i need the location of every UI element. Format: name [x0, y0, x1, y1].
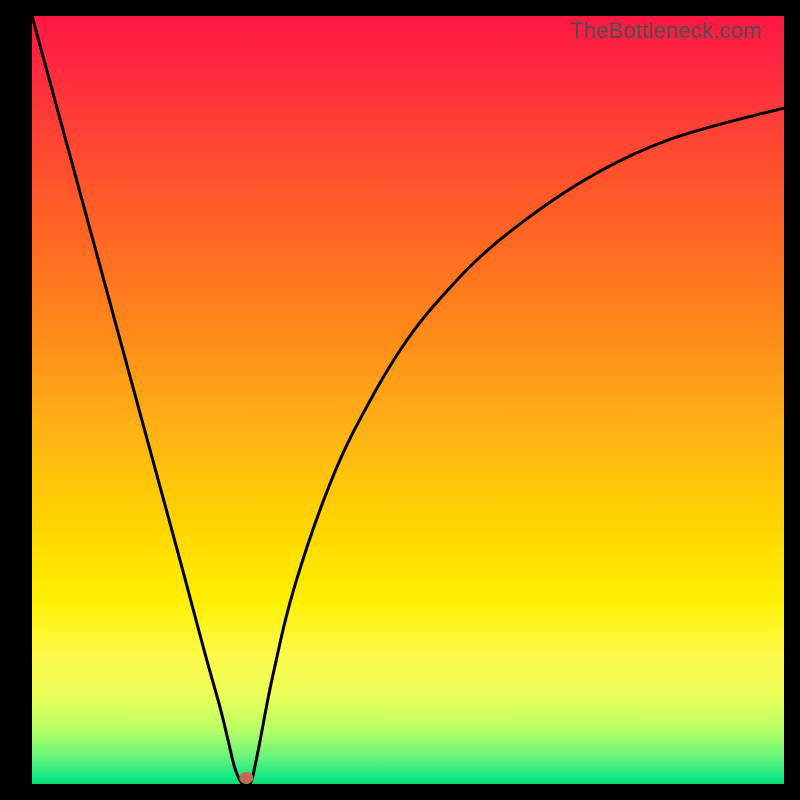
- bottleneck-chart: [16, 16, 784, 784]
- optimum-marker: [239, 772, 253, 784]
- plot-background: [32, 16, 784, 784]
- chart-frame: TheBottleneck.com: [16, 16, 784, 784]
- watermark-text: TheBottleneck.com: [570, 18, 762, 44]
